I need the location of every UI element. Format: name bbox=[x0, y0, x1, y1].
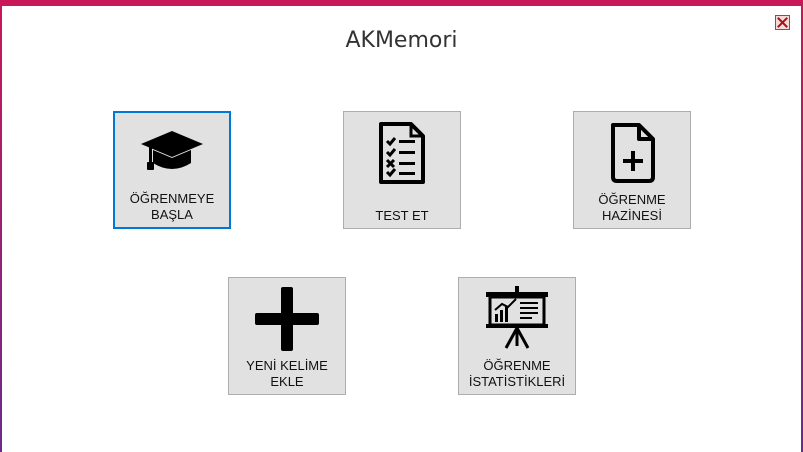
window-top-border bbox=[0, 0, 803, 6]
window-title: AKMemori bbox=[345, 28, 458, 53]
presentation-chart-icon bbox=[459, 284, 575, 354]
close-icon bbox=[777, 17, 788, 28]
plus-icon bbox=[229, 284, 345, 354]
test-button[interactable]: TEST ET bbox=[343, 111, 461, 229]
tile-label: ÖĞRENME İSTATİSTİKLERİ bbox=[468, 358, 566, 389]
window-left-border bbox=[0, 6, 2, 452]
start-learning-button[interactable]: ÖĞRENMEYE BAŞLA bbox=[113, 111, 231, 229]
add-new-word-button[interactable]: YENİ KELİME EKLE bbox=[228, 277, 346, 395]
checklist-icon bbox=[344, 118, 460, 188]
tile-label: ÖĞRENME HAZİNESİ bbox=[598, 192, 666, 223]
app-window: AKMemori ÖĞRENMEYE BAŞLA TEST ET ÖĞRENME… bbox=[0, 0, 803, 452]
tile-label: ÖĞRENMEYE BAŞLA bbox=[129, 191, 215, 222]
file-plus-icon bbox=[574, 118, 690, 188]
graduation-cap-icon bbox=[115, 119, 229, 189]
learning-statistics-button[interactable]: ÖĞRENME İSTATİSTİKLERİ bbox=[458, 277, 576, 395]
tile-label: TEST ET bbox=[375, 208, 429, 223]
tile-label: YENİ KELİME EKLE bbox=[246, 358, 328, 389]
learning-vault-button[interactable]: ÖĞRENME HAZİNESİ bbox=[573, 111, 691, 229]
